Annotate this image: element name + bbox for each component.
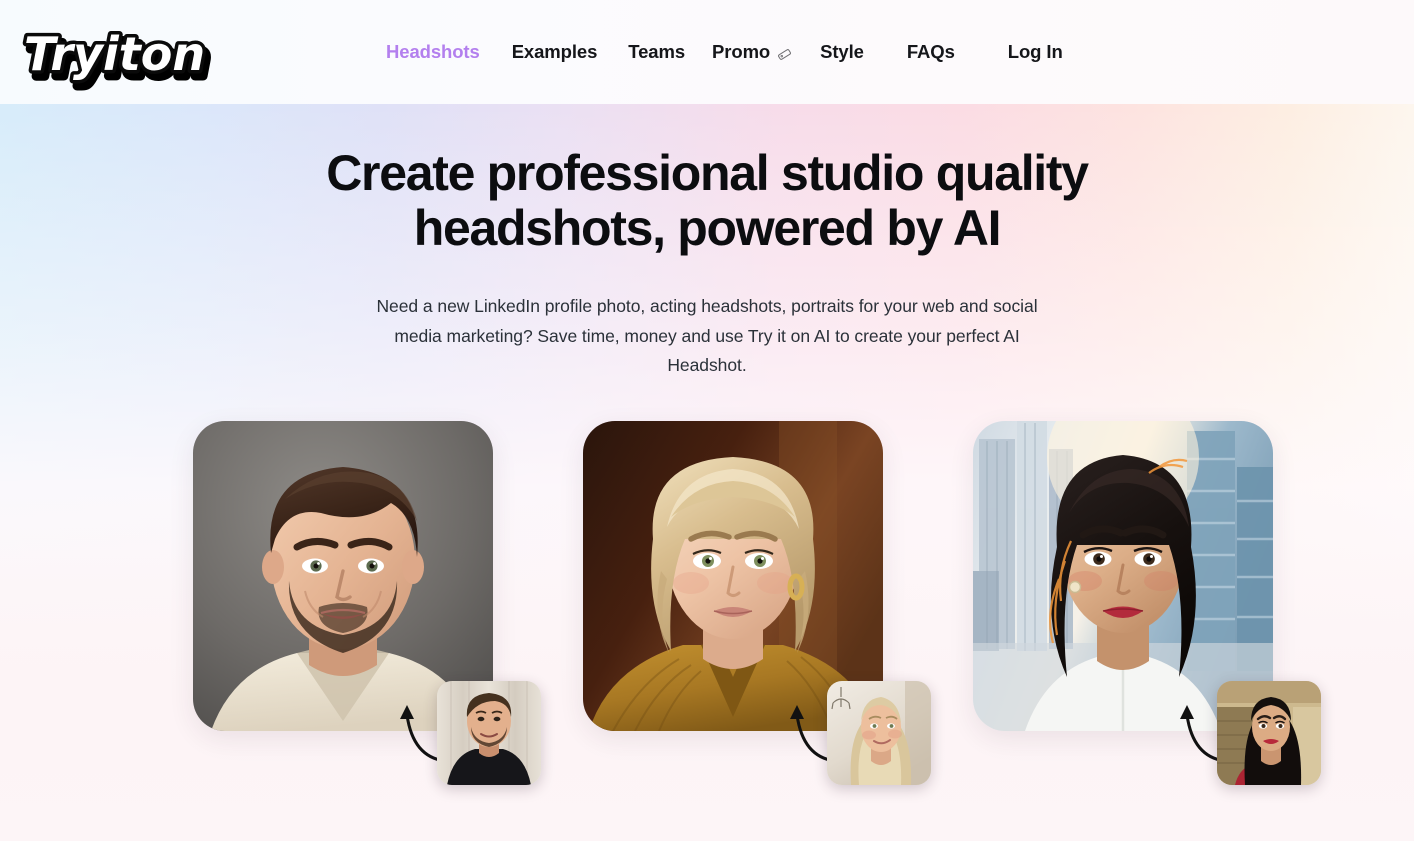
hero-subtitle: Need a new LinkedIn profile photo, actin…: [376, 296, 1038, 375]
headshot-showcase: [0, 421, 1414, 821]
source-selfie-thumbnail-1[interactable]: [437, 681, 541, 785]
nav-label-headshots: Headshots: [386, 41, 480, 62]
showcase-card-blonde-woman[interactable]: [583, 421, 931, 785]
nav-label-promo: Promo: [712, 41, 771, 62]
hero-title-line-2: headshots, powered by AI: [413, 200, 1002, 256]
nav-item-promo[interactable]: Promo: [712, 35, 792, 69]
source-selfie-thumbnail-2[interactable]: [827, 681, 931, 785]
tag-icon: [777, 45, 792, 60]
nav-item-headshots[interactable]: Headshots: [386, 35, 480, 69]
nav-item-style[interactable]: Style: [820, 35, 864, 69]
nav-label-login: Log In: [1007, 41, 1063, 62]
nav-label-examples: Examples: [511, 41, 598, 62]
svg-text:Tryiton: Tryiton: [24, 27, 205, 81]
nav-item-faqs[interactable]: FAQs: [907, 35, 955, 69]
try-it-on-logo[interactable]: Tryiton Tryiton: [22, 18, 258, 92]
nav-label-style: Style: [820, 41, 864, 62]
landing-page: Tryiton Tryiton Headshots Examples Teams…: [0, 0, 1414, 841]
source-selfie-thumbnail-3[interactable]: [1217, 681, 1321, 785]
site-header: Tryiton Tryiton Headshots Examples Teams…: [0, 0, 1414, 104]
nav-item-examples[interactable]: Examples: [512, 35, 598, 69]
showcase-card-dark-hair-woman[interactable]: [973, 421, 1321, 785]
nav-label-faqs: FAQs: [906, 41, 955, 62]
page-title: Create professional studio quality heads…: [0, 146, 1414, 256]
nav-item-teams[interactable]: Teams: [628, 35, 685, 69]
main-navigation: Headshots Examples Teams Promo Style FAQ…: [386, 0, 1063, 104]
hero-title-line-1: Create professional studio quality: [326, 145, 1089, 201]
showcase-card-man-beard[interactable]: [193, 421, 541, 785]
nav-label-teams: Teams: [628, 41, 686, 62]
nav-item-login[interactable]: Log In: [1008, 35, 1063, 69]
